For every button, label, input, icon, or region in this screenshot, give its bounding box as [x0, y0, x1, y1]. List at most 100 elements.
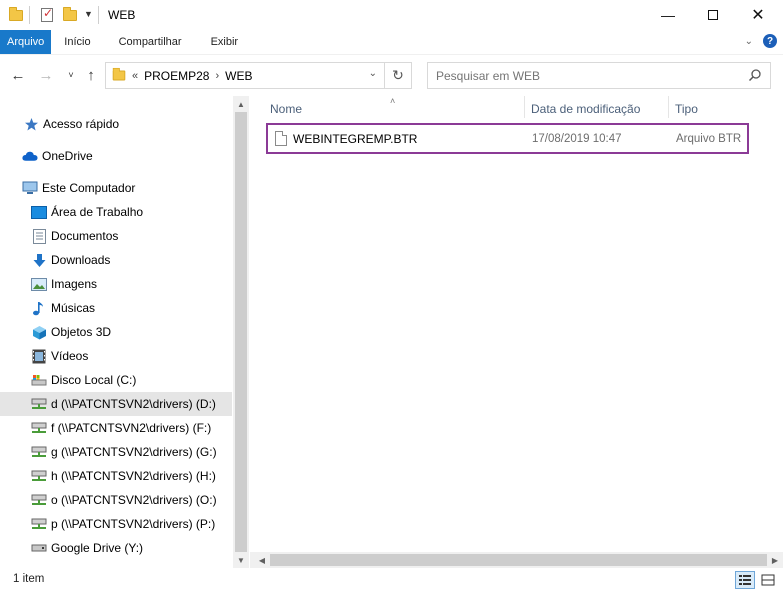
sidebar-item-drive-f[interactable]: f (\\PATCNTSVN2\drivers) (F:) — [0, 416, 232, 440]
tab-compartilhar[interactable]: Compartilhar — [102, 30, 193, 54]
status-bar: 1 item — [0, 568, 783, 596]
column-header-date[interactable]: Data de modificação — [531, 100, 640, 118]
scroll-up-icon[interactable]: ▲ — [233, 96, 249, 112]
sidebar-item-drive-g[interactable]: g (\\PATCNTSVN2\drivers) (G:) — [0, 440, 232, 464]
sidebar-item-label: OneDrive — [42, 149, 93, 163]
up-button[interactable]: ↑ — [82, 65, 100, 85]
network-drive-icon — [31, 468, 47, 484]
column-header-name[interactable]: Nome — [270, 100, 302, 118]
large-icons-view-button[interactable] — [758, 571, 778, 589]
scroll-right-icon[interactable]: ▶ — [767, 552, 783, 568]
network-drive-icon — [31, 396, 47, 412]
breadcrumb-separator-icon[interactable]: › — [215, 70, 219, 82]
quick-access-dropdown-icon[interactable]: ▼ — [84, 9, 93, 19]
divider — [29, 6, 30, 24]
network-drive-icon — [31, 420, 47, 436]
recent-locations-button[interactable]: ˅ — [62, 65, 80, 85]
horizontal-scrollbar[interactable]: ◀ ▶ — [250, 552, 783, 568]
details-view-icon — [739, 575, 751, 585]
sidebar-scrollbar[interactable]: ▲ ▼ — [233, 96, 249, 568]
address-bar[interactable]: « PROEMP28 › WEB ⌄ ↻ — [105, 62, 412, 89]
column-divider[interactable] — [668, 96, 669, 118]
sidebar-item-disco-local-c[interactable]: Disco Local (C:) — [0, 368, 232, 392]
sidebar-item-label: Músicas — [51, 301, 96, 315]
sidebar-item-onedrive[interactable]: OneDrive — [0, 144, 232, 168]
sidebar-item-label: Acesso rápido — [43, 117, 120, 131]
maximize-button[interactable] — [690, 0, 736, 30]
sidebar-item-acesso-rapido[interactable]: Acesso rápido — [0, 112, 232, 136]
tab-arquivo[interactable]: Arquivo — [0, 30, 52, 54]
scrollbar-thumb[interactable] — [270, 554, 767, 566]
column-divider[interactable] — [524, 96, 525, 118]
expand-ribbon-icon[interactable]: ⌄ — [745, 36, 753, 47]
address-dropdown-icon[interactable]: ⌄ — [369, 68, 377, 79]
tab-exibir[interactable]: Exibir — [193, 30, 250, 54]
sidebar-item-este-computador[interactable]: Este Computador — [0, 176, 232, 200]
file-date: 17/08/2019 10:47 — [532, 133, 622, 145]
network-drive-icon — [31, 492, 47, 508]
download-icon — [31, 252, 47, 268]
sidebar-item-objetos-3d[interactable]: Objetos 3D — [0, 320, 232, 344]
search-input[interactable] — [436, 68, 736, 83]
breadcrumb-web[interactable]: WEB — [225, 69, 252, 83]
breadcrumb-overflow[interactable]: « — [132, 70, 138, 82]
sidebar-item-drive-o[interactable]: o (\\PATCNTSVN2\drivers) (O:) — [0, 488, 232, 512]
ribbon-tabs: Arquivo Início Compartilhar Exibir ⌄ ? — [0, 30, 783, 54]
desktop-icon — [31, 204, 47, 220]
details-view-button[interactable] — [735, 571, 755, 589]
help-icon[interactable]: ? — [763, 34, 777, 48]
minimize-button[interactable]: — — [645, 0, 691, 30]
refresh-button[interactable]: ↻ — [384, 63, 411, 88]
close-button[interactable]: ✕ — [735, 0, 781, 30]
back-button[interactable]: ← — [9, 65, 27, 85]
pictures-icon — [31, 276, 47, 292]
scrollbar-thumb[interactable] — [235, 112, 247, 552]
sidebar-item-label: Objetos 3D — [51, 325, 112, 339]
folder-icon — [8, 6, 24, 23]
sidebar-item-label: Imagens — [51, 277, 98, 291]
sidebar-item-drive-h[interactable]: h (\\PATCNTSVN2\drivers) (H:) — [0, 464, 232, 488]
star-icon — [23, 116, 39, 132]
sidebar-item-label: d (\\PATCNTSVN2\drivers) (D:) — [51, 397, 216, 411]
sidebar-item-downloads[interactable]: Downloads — [0, 248, 232, 272]
sidebar-item-label: Downloads — [51, 253, 111, 267]
arrow-up-icon: ↑ — [87, 66, 95, 84]
window-title: WEB — [108, 8, 136, 22]
sidebar-item-label: g (\\PATCNTSVN2\drivers) (G:) — [51, 445, 217, 459]
arrow-left-icon: ← — [10, 66, 26, 84]
item-count: 1 item — [13, 573, 45, 585]
chevron-down-icon: ˅ — [68, 70, 74, 80]
sidebar-item-label: f (\\PATCNTSVN2\drivers) (F:) — [51, 421, 212, 435]
divider — [98, 6, 99, 24]
file-name: WEBINTEGREMP.BTR — [293, 132, 418, 146]
sidebar-item-label: Área de Trabalho — [51, 205, 144, 219]
sidebar-item-drive-p[interactable]: p (\\PATCNTSVN2\drivers) (P:) — [0, 512, 232, 536]
new-folder-icon[interactable] — [62, 6, 78, 23]
column-header-type[interactable]: Tipo — [675, 100, 698, 118]
search-icon — [748, 69, 761, 82]
sidebar-item-area-de-trabalho[interactable]: Área de Trabalho — [0, 200, 232, 224]
tab-inicio[interactable]: Início — [51, 30, 101, 54]
breadcrumb-proemp28[interactable]: PROEMP28 — [144, 69, 209, 83]
music-icon — [31, 300, 47, 316]
sidebar-item-imagens[interactable]: Imagens — [0, 272, 232, 296]
search-box[interactable] — [427, 62, 771, 89]
sidebar-item-musicas[interactable]: Músicas — [0, 296, 232, 320]
sidebar-item-google-drive-y[interactable]: Google Drive (Y:) — [0, 536, 232, 560]
forward-button[interactable]: → — [37, 65, 55, 85]
file-list: ˄ Nome Data de modificação Tipo WEBINTEG… — [250, 96, 783, 568]
file-type: Arquivo BTR — [676, 133, 742, 145]
properties-icon[interactable] — [39, 6, 55, 23]
refresh-icon: ↻ — [392, 67, 404, 83]
minimize-icon: — — [661, 7, 675, 23]
scroll-left-icon[interactable]: ◀ — [254, 552, 270, 568]
sidebar-item-label: p (\\PATCNTSVN2\drivers) (P:) — [51, 517, 216, 531]
cube-icon — [31, 324, 47, 340]
sidebar-item-documentos[interactable]: Documentos — [0, 224, 232, 248]
scroll-down-icon[interactable]: ▼ — [233, 552, 249, 568]
file-row[interactable]: WEBINTEGREMP.BTR 17/08/2019 10:47 Arquiv… — [266, 123, 749, 154]
sidebar-item-videos[interactable]: Vídeos — [0, 344, 232, 368]
navigation-pane: Acesso rápido OneDrive Este Computador Á… — [0, 96, 250, 568]
arrow-right-icon: → — [38, 66, 54, 84]
sidebar-item-drive-d[interactable]: d (\\PATCNTSVN2\drivers) (D:) — [0, 392, 232, 416]
